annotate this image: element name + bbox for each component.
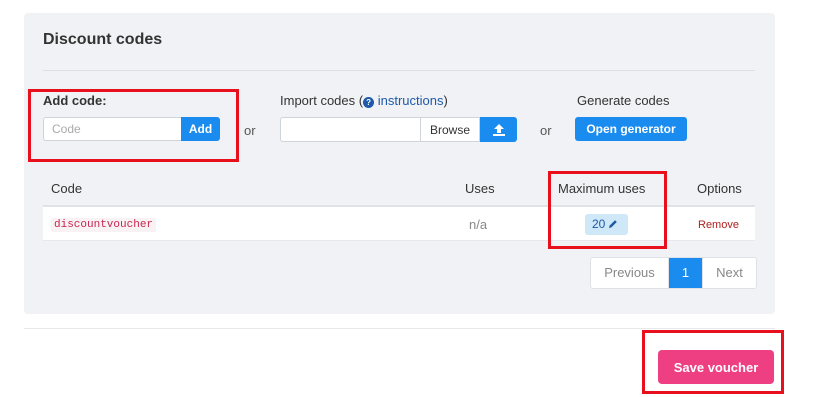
open-generator-button[interactable]: Open generator	[575, 117, 687, 141]
upload-icon	[492, 123, 505, 136]
column-header-options: Options	[697, 181, 742, 196]
import-codes-label-suffix: )	[443, 93, 448, 108]
code-cell: discountvoucher	[51, 218, 157, 232]
instructions-link[interactable]: ? instructions	[363, 93, 443, 108]
or-separator: or	[540, 123, 552, 138]
panel-title: Discount codes	[43, 31, 163, 48]
table-row: discountvoucher n/a 20 Remove	[43, 205, 755, 241]
generate-codes-label: Generate codes	[577, 93, 670, 108]
add-button[interactable]: Add	[181, 117, 220, 141]
uses-cell: n/a	[469, 217, 488, 232]
column-header-code: Code	[51, 181, 83, 196]
add-code-label: Add code:	[43, 93, 107, 108]
or-separator: or	[244, 123, 256, 138]
column-header-uses: Uses	[465, 181, 495, 196]
footer-divider	[24, 328, 775, 329]
upload-button[interactable]	[480, 117, 517, 142]
pagination-previous[interactable]: Previous	[591, 258, 669, 288]
save-voucher-button[interactable]: Save voucher	[658, 350, 774, 384]
import-codes-label-prefix: Import codes (	[280, 93, 364, 108]
max-uses-value: 20	[592, 217, 606, 231]
browse-button[interactable]: Browse	[420, 117, 480, 142]
instructions-link-text: instructions	[377, 93, 444, 108]
pagination: Previous 1 Next	[590, 257, 757, 289]
pagination-next[interactable]: Next	[702, 258, 756, 288]
pagination-page-1[interactable]: 1	[669, 258, 702, 288]
discount-codes-panel: Discount codes Add code: Add or Import c…	[24, 13, 775, 314]
code-input[interactable]	[43, 117, 181, 141]
remove-link[interactable]: Remove	[698, 219, 739, 231]
pencil-icon	[609, 220, 618, 228]
help-icon: ?	[363, 97, 375, 108]
max-uses-edit-badge[interactable]: 20	[585, 214, 628, 235]
title-divider	[43, 70, 755, 71]
file-input[interactable]	[280, 117, 420, 142]
column-header-maximum-uses: Maximum uses	[558, 181, 646, 196]
import-codes-label: Import codes (? instructions)	[280, 93, 448, 108]
